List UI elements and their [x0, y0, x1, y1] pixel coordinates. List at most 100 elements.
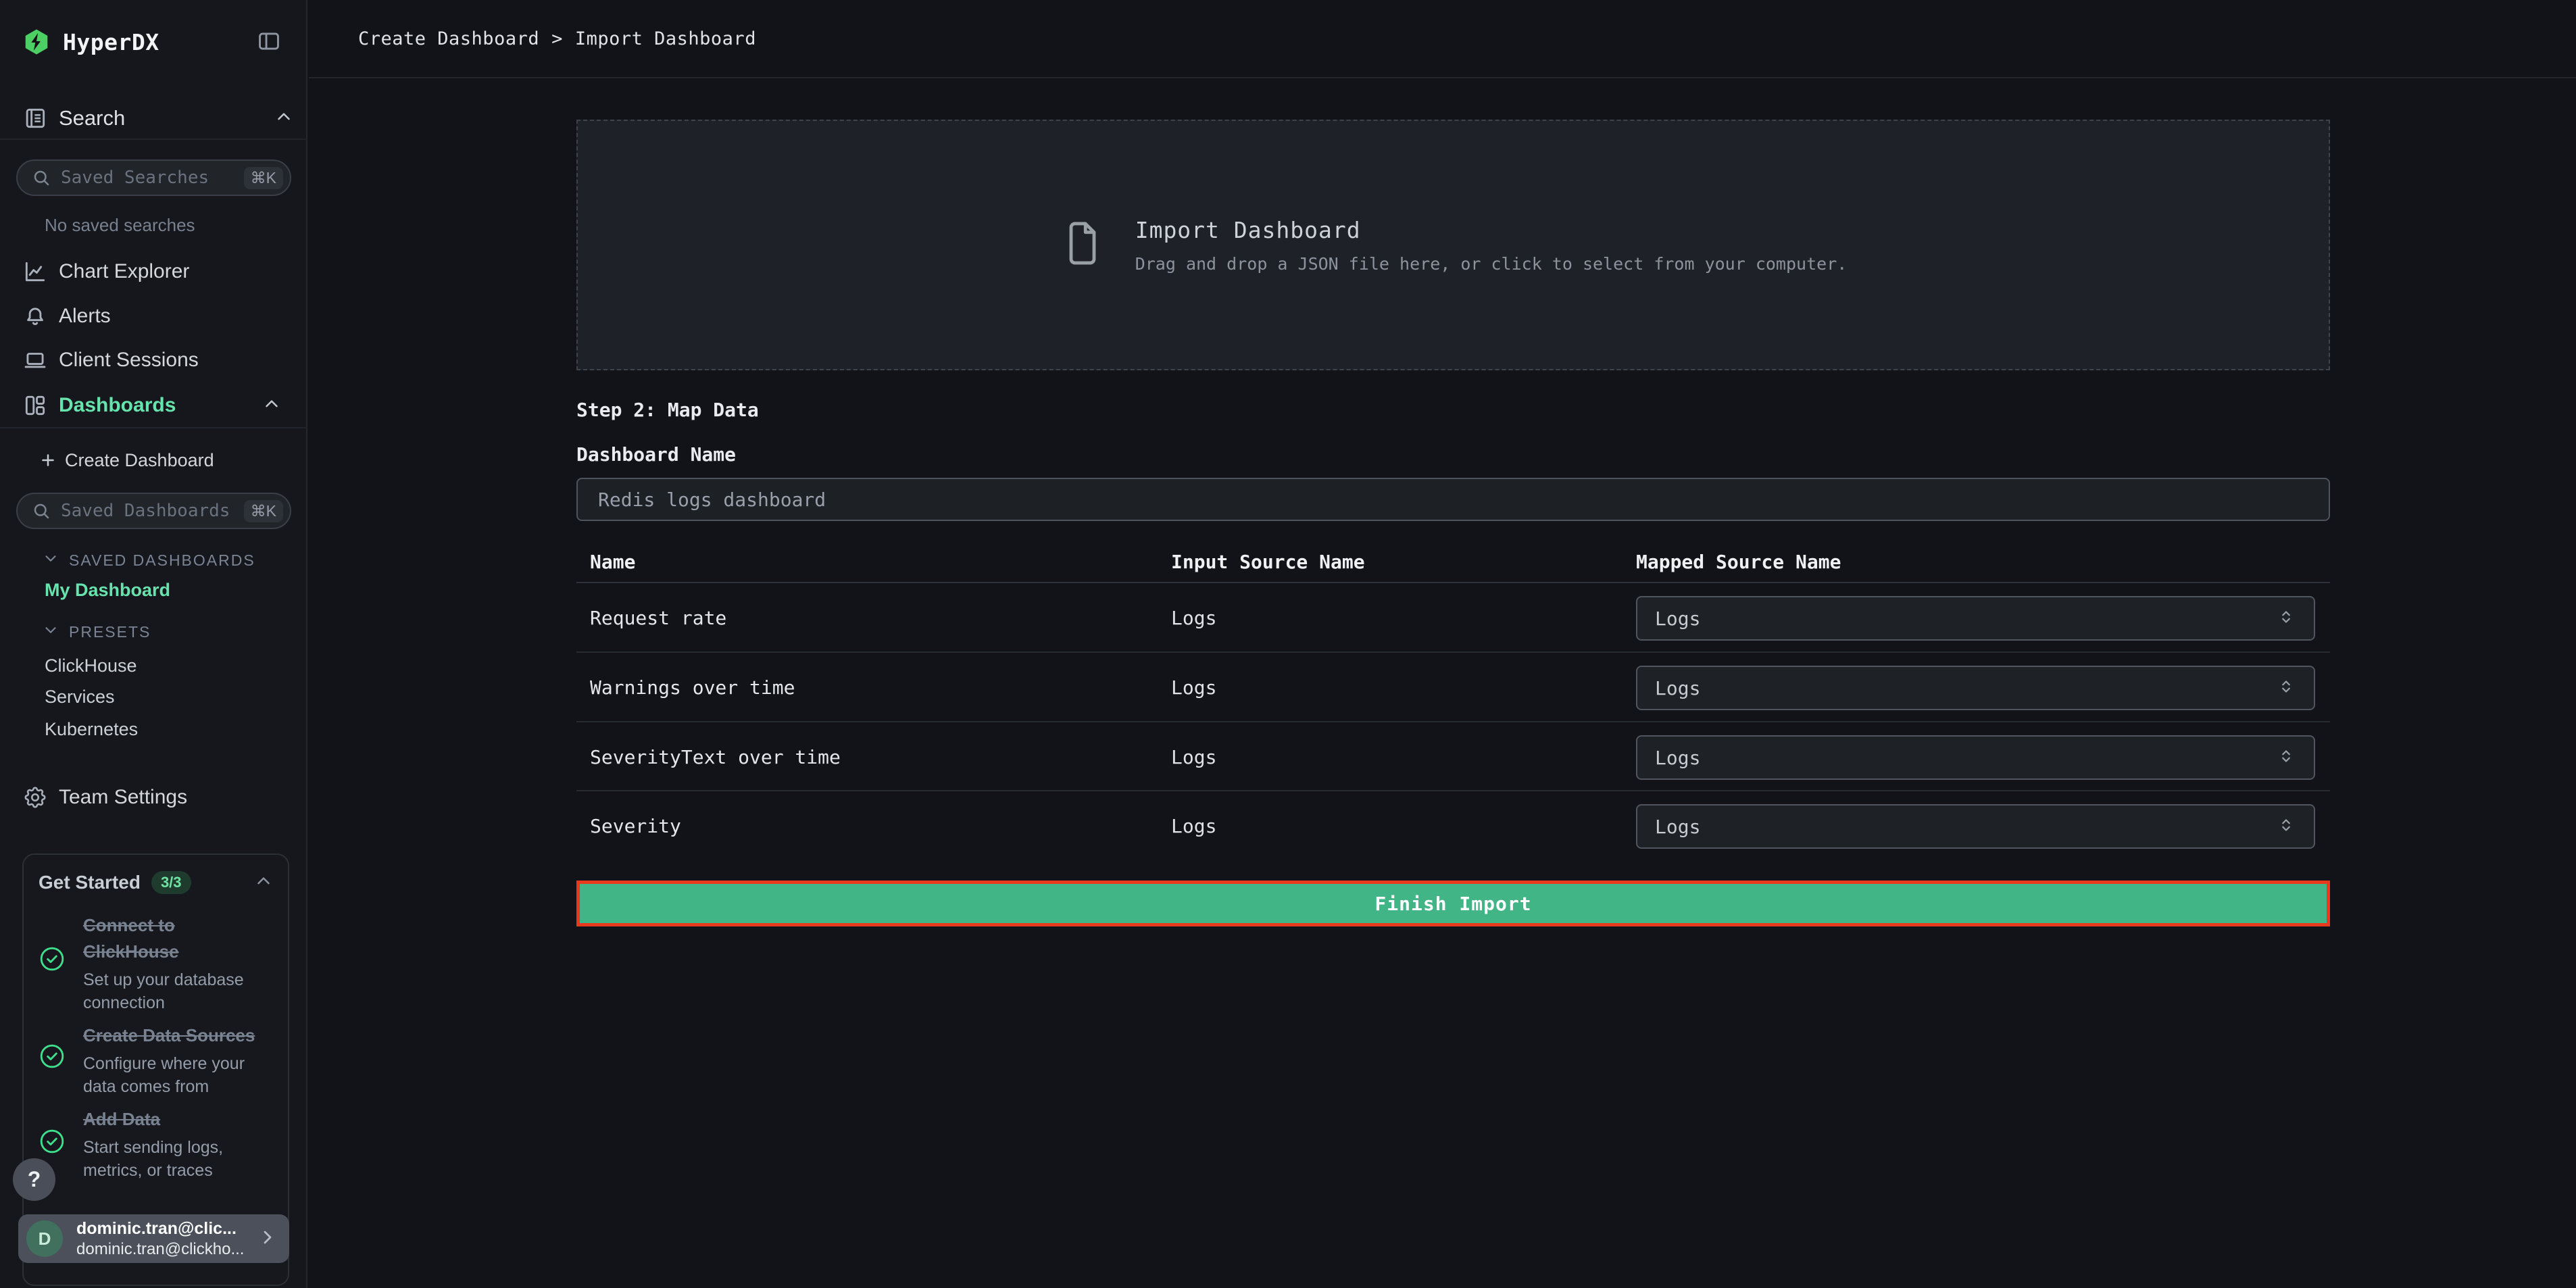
finish-import-label: Finish Import — [1374, 893, 1531, 915]
breadcrumb: Create Dashboard > Import Dashboard — [358, 28, 756, 49]
search-icon — [31, 501, 51, 521]
nav-label: Team Settings — [59, 786, 187, 809]
select-chevrons-icon — [2276, 815, 2296, 838]
file-icon — [1060, 212, 1106, 278]
row-name: Request rate — [590, 584, 726, 651]
dropzone-title: Import Dashboard — [1135, 217, 1848, 243]
finish-import-button[interactable]: Finish Import — [576, 881, 2330, 926]
plus-icon — [38, 450, 58, 470]
sidebar-item-client-sessions[interactable]: Client Sessions — [0, 341, 307, 379]
topbar: Create Dashboard > Import Dashboard — [309, 0, 2576, 78]
dropzone-content: Import Dashboard Drag and drop a JSON fi… — [1060, 212, 1848, 278]
sidebar: HyperDX Search Saved Searches ⌘K No save… — [0, 0, 307, 1288]
sidebar-item-my-dashboard[interactable]: My Dashboard — [45, 580, 170, 601]
sidebar-collapse-icon[interactable] — [256, 28, 282, 57]
table-row: Request rate Logs Logs — [576, 584, 2330, 653]
get-started-header[interactable]: Get Started 3/3 — [39, 871, 275, 894]
table-row: Severity Logs Logs — [576, 792, 2330, 861]
gear-icon — [22, 785, 48, 810]
saved-searches-input[interactable]: Saved Searches ⌘K — [16, 159, 291, 196]
laptop-icon — [22, 347, 48, 373]
dropzone-subtitle: Drag and drop a JSON file here, or click… — [1135, 254, 1848, 274]
saved-dashboards-input[interactable]: Saved Dashboards ⌘K — [16, 493, 291, 529]
get-started-title: Get Started — [39, 872, 141, 893]
breadcrumb-item-import-dashboard: Import Dashboard — [575, 28, 756, 49]
get-started-item[interactable]: Create Data Sources Configure where your… — [83, 1022, 272, 1098]
dashboard-name-input[interactable] — [576, 478, 2330, 521]
main-content: Create Dashboard > Import Dashboard Import… — [309, 0, 2576, 1288]
header-mapped-source: Mapped Source Name — [1636, 551, 1841, 573]
select-chevrons-icon — [2276, 746, 2296, 769]
saved-dashboards-group[interactable]: SAVED DASHBOARDS — [42, 549, 255, 572]
sidebar-section-search[interactable]: Search — [22, 99, 307, 137]
get-started-item-title: Create Data Sources — [83, 1022, 272, 1049]
search-section-label: Search — [59, 106, 125, 130]
user-name: dominic.tran@clic... — [76, 1219, 257, 1239]
select-chevrons-icon — [2276, 607, 2296, 630]
nav-label: Alerts — [59, 305, 111, 328]
brand: HyperDX — [22, 24, 159, 59]
shortcut-badge: ⌘K — [244, 500, 283, 522]
help-button[interactable]: ? — [13, 1158, 55, 1201]
check-circle-icon — [39, 945, 66, 976]
table-row: SeverityText over time Logs Logs — [576, 723, 2330, 791]
row-input-source: Logs — [1171, 723, 1216, 791]
header-name: Name — [590, 551, 635, 573]
group-label-text: SAVED DASHBOARDS — [69, 551, 255, 570]
bell-icon — [22, 303, 48, 329]
hyperdx-logo-icon — [22, 28, 51, 56]
sidebar-item-services[interactable]: Services — [45, 687, 115, 708]
nav-label: Dashboards — [59, 394, 176, 417]
no-saved-searches-text: No saved searches — [45, 215, 195, 236]
step-title: Step 2: Map Data — [576, 399, 759, 421]
shortcut-badge: ⌘K — [244, 167, 283, 189]
presets-group[interactable]: PRESETS — [42, 620, 151, 643]
get-started-item[interactable]: Connect to ClickHouse Set up your databa… — [83, 912, 272, 1014]
dashboard-grid-icon — [22, 393, 48, 418]
select-value: Logs — [1655, 608, 2276, 630]
user-account-button[interactable]: D dominic.tran@clic... dominic.tran@clic… — [18, 1214, 289, 1263]
row-name: Warnings over time — [590, 653, 795, 721]
import-dropzone[interactable]: Import Dashboard Drag and drop a JSON fi… — [576, 120, 2330, 370]
get-started-item-title: Add Data — [83, 1106, 272, 1133]
chevron-up-icon[interactable] — [253, 871, 274, 895]
nav-label: Client Sessions — [59, 349, 199, 372]
dashboard-name-label: Dashboard Name — [576, 443, 736, 466]
get-started-progress-badge: 3/3 — [151, 871, 191, 894]
mapped-source-select[interactable]: Logs — [1636, 735, 2315, 780]
chevron-up-icon[interactable] — [274, 107, 294, 130]
chevron-down-icon — [42, 621, 59, 643]
sidebar-item-chart-explorer[interactable]: Chart Explorer — [0, 253, 307, 291]
mapped-source-select[interactable]: Logs — [1636, 596, 2315, 641]
row-input-source: Logs — [1171, 653, 1216, 721]
mapped-source-select[interactable]: Logs — [1636, 666, 2315, 710]
search-icon — [31, 168, 51, 188]
sidebar-item-alerts[interactable]: Alerts — [0, 297, 307, 335]
row-input-source: Logs — [1171, 584, 1216, 651]
create-dashboard-label: Create Dashboard — [65, 450, 214, 471]
table-header: Name Input Source Name Mapped Source Nam… — [576, 543, 2330, 583]
brand-title: HyperDX — [63, 29, 159, 55]
chevron-right-icon — [257, 1227, 278, 1252]
get-started-item-subtitle: Set up your database connection — [83, 968, 272, 1014]
header-input-source: Input Source Name — [1171, 551, 1365, 573]
table-row: Warnings over time Logs Logs — [576, 653, 2330, 722]
create-dashboard-button[interactable]: Create Dashboard — [38, 445, 214, 476]
row-input-source: Logs — [1171, 792, 1216, 860]
sidebar-item-kubernetes[interactable]: Kubernetes — [45, 719, 138, 740]
get-started-item[interactable]: Add Data Start sending logs, metrics, or… — [83, 1106, 272, 1182]
saved-dashboards-placeholder: Saved Dashboards — [61, 501, 244, 521]
breadcrumb-item-create-dashboard[interactable]: Create Dashboard — [358, 28, 539, 49]
sidebar-item-dashboards[interactable]: Dashboards — [0, 387, 307, 424]
group-label-text: PRESETS — [69, 623, 151, 641]
select-chevrons-icon — [2276, 676, 2296, 699]
mapped-source-select[interactable]: Logs — [1636, 804, 2315, 849]
sidebar-item-team-settings[interactable]: Team Settings — [0, 778, 307, 816]
breadcrumb-separator: > — [551, 28, 563, 49]
select-value: Logs — [1655, 747, 2276, 769]
row-name: Severity — [590, 792, 681, 860]
sidebar-item-clickhouse[interactable]: ClickHouse — [45, 655, 137, 676]
chevron-up-icon[interactable] — [262, 394, 282, 418]
avatar: D — [26, 1220, 63, 1257]
user-info: dominic.tran@clic... dominic.tran@clickh… — [76, 1219, 257, 1259]
